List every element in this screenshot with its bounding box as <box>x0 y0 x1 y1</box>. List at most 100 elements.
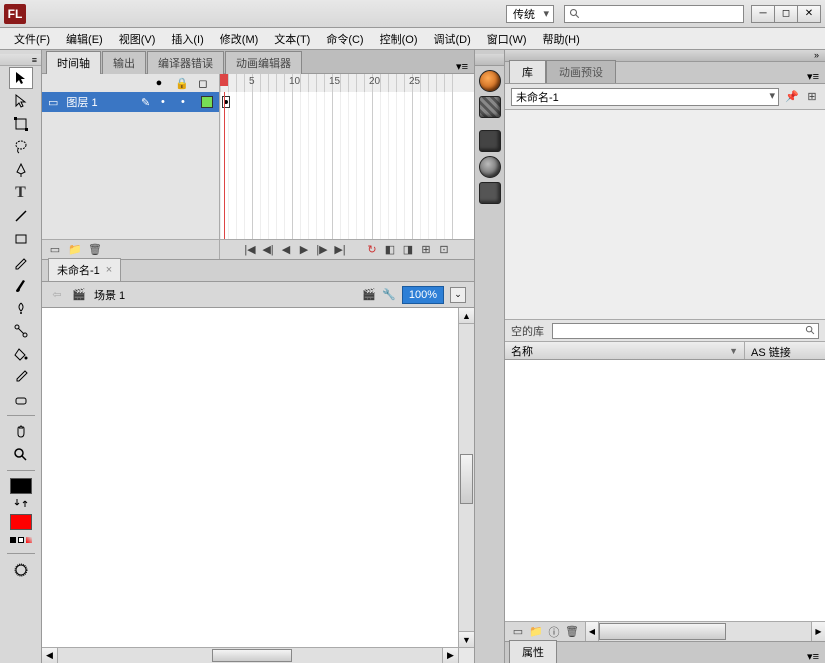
outline-icon[interactable]: ◻ <box>197 77 209 90</box>
swap-colors[interactable] <box>9 495 33 511</box>
minimize-button[interactable]: ─ <box>751 5 775 23</box>
library-document-dropdown[interactable] <box>511 88 779 106</box>
play-back-button[interactable]: ◀ <box>279 243 293 257</box>
edit-symbol-icon[interactable]: 🔧 <box>382 288 396 302</box>
menu-file[interactable]: 文件(F) <box>8 31 56 47</box>
vscroll-down[interactable]: ▼ <box>459 631 474 647</box>
lock-icon[interactable]: 🔒 <box>175 77 187 90</box>
pen-tool[interactable] <box>9 159 33 181</box>
brush-tool[interactable] <box>9 274 33 296</box>
properties-panel-menu[interactable]: ▾≡ <box>801 650 825 663</box>
library-col-link[interactable]: AS 链接 <box>745 342 825 359</box>
rectangle-tool[interactable] <box>9 228 33 250</box>
tab-timeline[interactable]: 时间轴 <box>46 51 101 74</box>
hscroll-right[interactable]: ▶ <box>442 648 458 663</box>
zoom-tool[interactable] <box>9 444 33 466</box>
tab-library[interactable]: 库 <box>509 60 546 83</box>
layer-name[interactable]: 图层 1 <box>66 94 97 110</box>
onion-skin-button[interactable]: ◧ <box>383 243 397 257</box>
library-col-name[interactable]: 名称▼ <box>505 342 745 359</box>
color-panel-icon[interactable] <box>479 70 501 92</box>
vscroll-thumb[interactable] <box>460 454 473 504</box>
menu-modify[interactable]: 修改(M) <box>214 31 265 47</box>
goto-last-button[interactable]: ▶| <box>333 243 347 257</box>
lib-hscroll-thumb[interactable] <box>599 623 726 640</box>
zoom-dropdown[interactable]: ⌄ <box>450 287 466 303</box>
search-input[interactable] <box>564 5 744 23</box>
new-symbol-button[interactable]: ▭ <box>511 625 525 639</box>
frame-ruler[interactable]: 1510152025 <box>220 74 474 92</box>
tab-properties[interactable]: 属性 <box>509 640 557 663</box>
tab-motion-editor[interactable]: 动画编辑器 <box>225 51 302 74</box>
goto-first-button[interactable]: |◀ <box>243 243 257 257</box>
text-tool[interactable]: T <box>9 182 33 204</box>
swatches-panel-icon[interactable] <box>479 96 501 118</box>
align-panel-icon[interactable] <box>479 130 501 152</box>
eraser-tool[interactable] <box>9 389 33 411</box>
loop-button[interactable]: ↻ <box>365 243 379 257</box>
lib-hscroll-right[interactable]: ▶ <box>811 622 825 641</box>
hand-tool[interactable] <box>9 421 33 443</box>
edit-scene-icon[interactable]: 🎬 <box>362 288 376 302</box>
stroke-color-swatch[interactable] <box>10 478 32 494</box>
onion-markers-button[interactable]: ⊡ <box>437 243 451 257</box>
visibility-icon[interactable]: ● <box>153 77 165 89</box>
panel-menu[interactable]: ▾≡ <box>450 60 474 73</box>
back-arrow-icon[interactable]: ⇦ <box>50 288 64 302</box>
line-tool[interactable] <box>9 205 33 227</box>
menu-help[interactable]: 帮助(H) <box>537 31 586 47</box>
document-tab[interactable]: 未命名-1 × <box>48 258 121 281</box>
horizontal-scrollbar[interactable]: ◀ ▶ <box>42 647 474 663</box>
maximize-button[interactable]: ◻ <box>774 5 798 23</box>
new-folder-button[interactable]: 📁 <box>529 625 543 639</box>
layer-pencil-icon[interactable]: ✎ <box>141 96 153 108</box>
lasso-tool[interactable] <box>9 136 33 158</box>
hscroll-thumb[interactable] <box>212 649 292 662</box>
subselection-tool[interactable] <box>9 90 33 112</box>
dock-collapse[interactable] <box>475 54 504 66</box>
layer-row[interactable]: ▭ 图层 1 ✎ • • <box>42 92 219 112</box>
library-list[interactable] <box>505 360 825 621</box>
workspace-dropdown[interactable]: 传统 <box>506 5 554 23</box>
library-panel-menu[interactable]: ▾≡ <box>801 70 825 83</box>
close-button[interactable]: ✕ <box>797 5 821 23</box>
zoom-field[interactable]: 100% <box>402 286 444 304</box>
step-back-button[interactable]: ◀| <box>261 243 275 257</box>
layer-lock-dot[interactable]: • <box>181 96 193 108</box>
frame-grid[interactable] <box>220 92 474 239</box>
layer-vis-dot[interactable]: • <box>161 96 173 108</box>
menu-control[interactable]: 控制(O) <box>374 31 424 47</box>
tools-collapse[interactable]: ≡ <box>0 54 41 66</box>
snap-object[interactable] <box>9 559 33 581</box>
delete-layer-button[interactable]: 🗑 <box>88 243 102 257</box>
menu-window[interactable]: 窗口(W) <box>481 31 533 47</box>
tab-motion-presets[interactable]: 动画预设 <box>546 60 616 83</box>
selection-tool[interactable] <box>9 67 33 89</box>
transform-panel-icon[interactable] <box>479 182 501 204</box>
tab-compiler-errors[interactable]: 编译器错误 <box>147 51 224 74</box>
free-transform-tool[interactable] <box>9 113 33 135</box>
vscroll-up[interactable]: ▲ <box>459 308 474 324</box>
pin-library-icon[interactable]: 📌 <box>785 90 799 104</box>
fill-color-swatch[interactable] <box>10 514 32 530</box>
hscroll-left[interactable]: ◀ <box>42 648 58 663</box>
delete-button[interactable]: 🗑 <box>565 625 579 639</box>
edit-multiple-button[interactable]: ⊞ <box>419 243 433 257</box>
library-search-input[interactable] <box>552 323 819 339</box>
new-library-icon[interactable]: ⊞ <box>805 90 819 104</box>
menu-text[interactable]: 文本(T) <box>268 31 316 47</box>
vertical-scrollbar[interactable]: ▲ ▼ <box>458 308 474 647</box>
tab-output[interactable]: 输出 <box>102 51 146 74</box>
onion-outline-button[interactable]: ◨ <box>401 243 415 257</box>
properties-button[interactable]: ⓘ <box>547 625 561 639</box>
menu-view[interactable]: 视图(V) <box>113 31 162 47</box>
menu-insert[interactable]: 插入(I) <box>165 31 209 47</box>
new-layer-button[interactable]: ▭ <box>48 243 62 257</box>
play-button[interactable]: ▶ <box>297 243 311 257</box>
info-panel-icon[interactable] <box>479 156 501 178</box>
new-folder-button[interactable]: 📁 <box>68 243 82 257</box>
paint-bucket-tool[interactable] <box>9 343 33 365</box>
lib-hscroll-left[interactable]: ◀ <box>585 622 599 641</box>
pencil-tool[interactable] <box>9 251 33 273</box>
color-options[interactable] <box>9 531 33 549</box>
